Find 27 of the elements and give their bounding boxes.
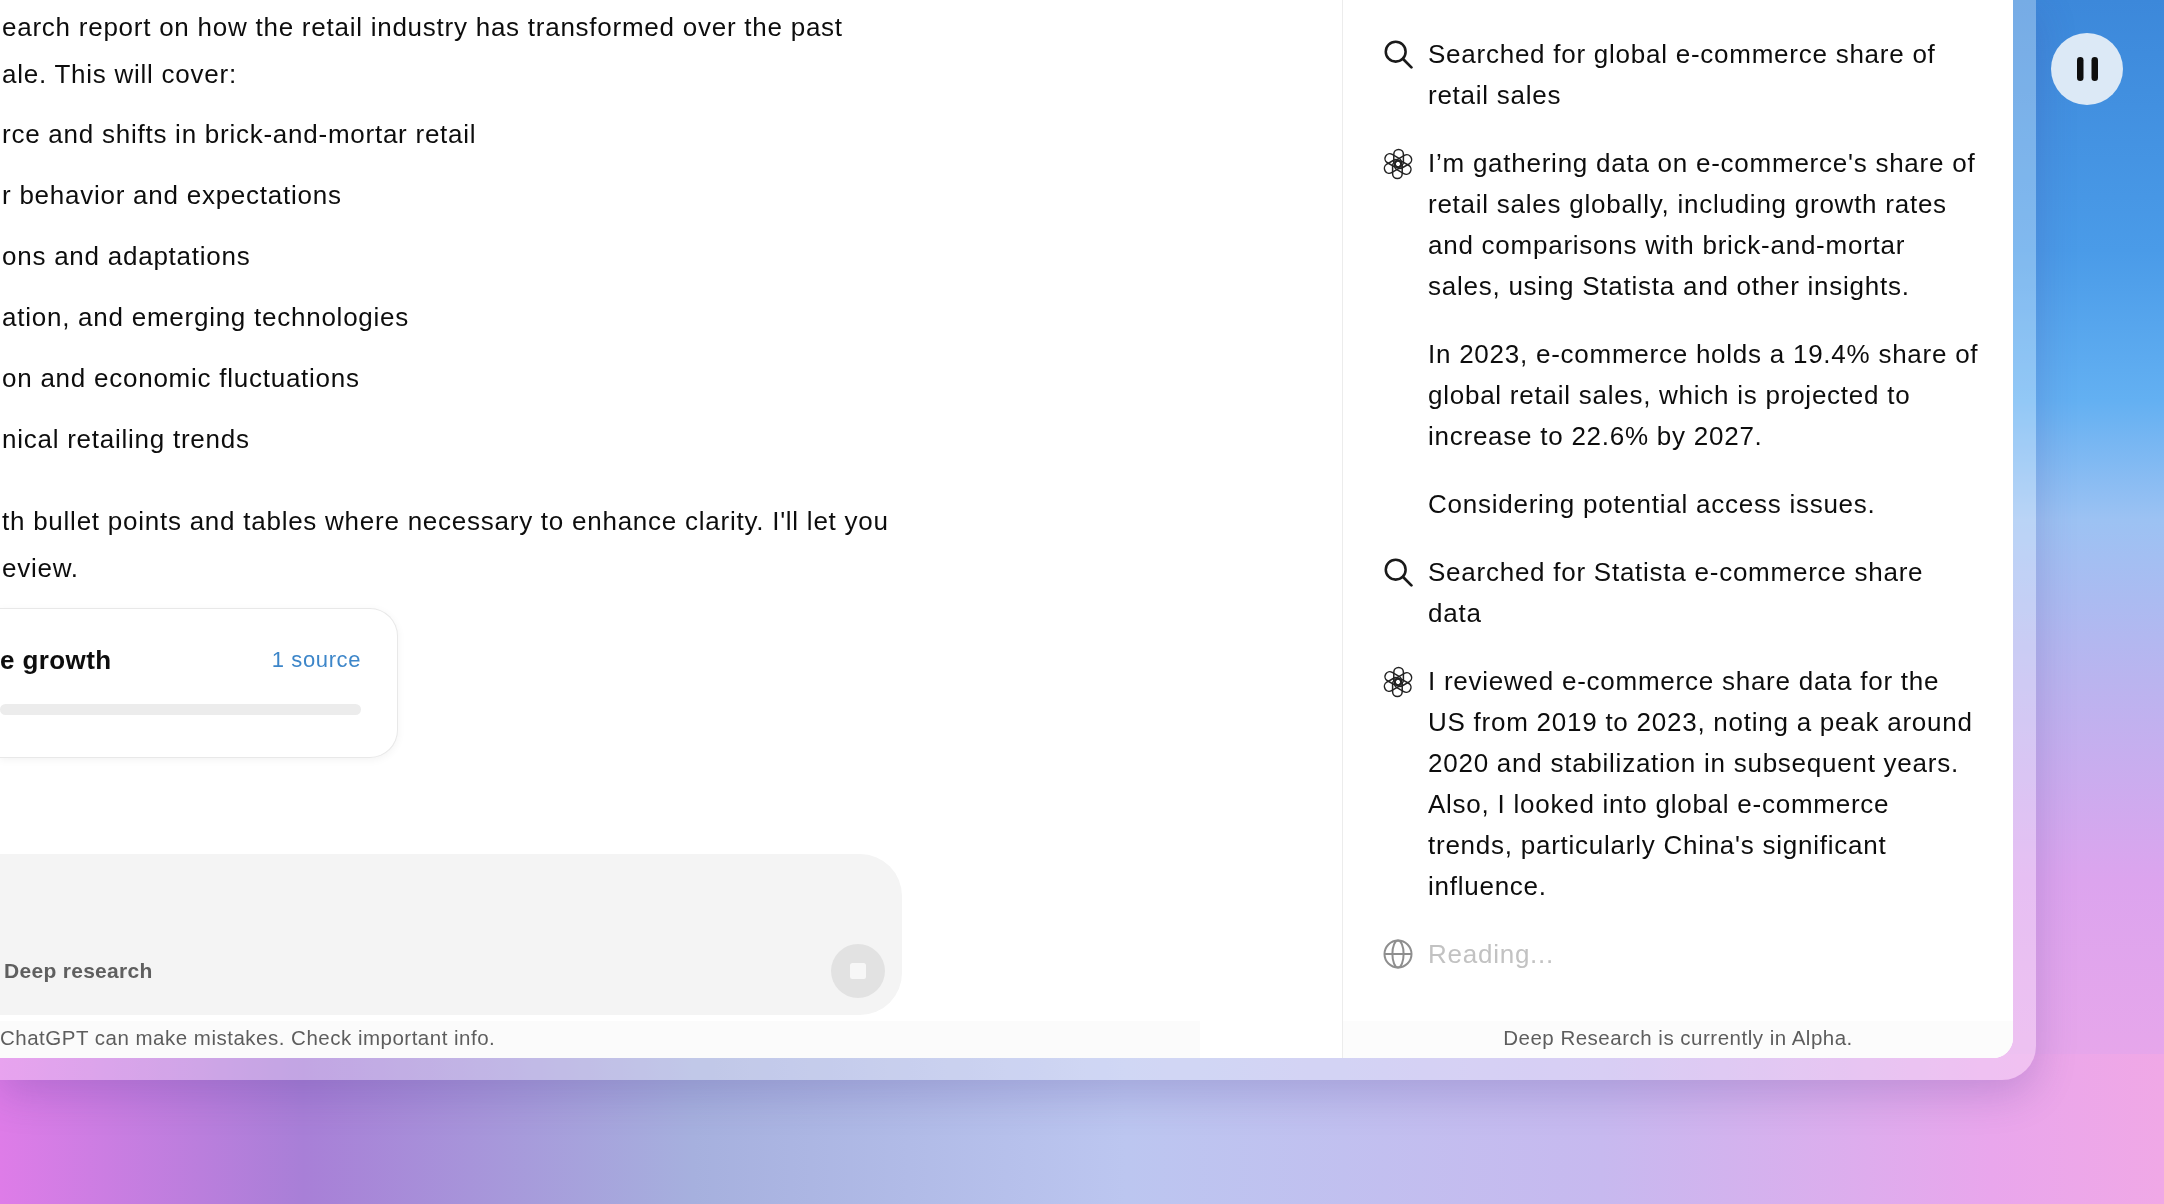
- message-text: earch report on how the retail industry has transformed over the past ale. This will cover:: [2, 11, 844, 91]
- card-title: e growth: [0, 644, 112, 676]
- knot-icon: [1382, 148, 1414, 180]
- list-item-text: ation, and emerging technologies: [2, 301, 411, 334]
- reasoning-text: In 2023, e-commerce holds a 19.4% share of global retail sales, which is projected to increase to 22.6% by 2027.: [1428, 338, 1980, 453]
- composer-field[interactable]: Deep research: [0, 854, 902, 1015]
- reasoning-text: Considering potential access issues.: [1428, 488, 1877, 521]
- search-icon: [1383, 557, 1413, 587]
- pause-icon: [2076, 57, 2098, 81]
- deep-research-button[interactable]: Deep research: [0, 959, 153, 983]
- list-item-text: ons and adaptations: [2, 240, 252, 273]
- globe-icon: [1383, 939, 1413, 969]
- list-item-text: r behavior and expectations: [2, 179, 343, 212]
- search-icon: [1383, 39, 1413, 69]
- reasoning-text: I’m gathering data on e-commerce's share of retail sales globally, including growth rates and comparisons with brick-and-mortar sales, using Statista and other insights.: [1428, 147, 1977, 303]
- search-status-text: Searched for Statista e-commerce share data: [1428, 556, 1925, 630]
- reading-status-text: Reading...: [1428, 938, 1556, 971]
- disclaimer-text: ChatGPT can make mistakes. Check important info.: [0, 1026, 496, 1049]
- list-item-text: nical retailing trends: [2, 423, 251, 456]
- alpha-notice-text: Deep Research is currently in Alpha.: [1503, 1026, 1853, 1049]
- list-item-text: rce and shifts in brick-and-mortar retail: [2, 118, 477, 151]
- reasoning-text: I reviewed e-commerce share data for the US from 2019 to 2023, noting a peak around 2020 and stabilization in subsequent years. Also, I looked into global e-commerce trends, particularly China's significant influence.: [1428, 665, 1974, 903]
- sources-link[interactable]: 1 source: [271, 647, 361, 673]
- knot-icon: [1382, 666, 1414, 698]
- search-status-text: Searched for global e-commerce share of retail sales: [1428, 38, 1937, 112]
- message-text: th bullet points and tables where necessary to enhance clarity. I'll let you eview.: [2, 505, 890, 585]
- list-item-text: on and economic fluctuations: [2, 362, 361, 395]
